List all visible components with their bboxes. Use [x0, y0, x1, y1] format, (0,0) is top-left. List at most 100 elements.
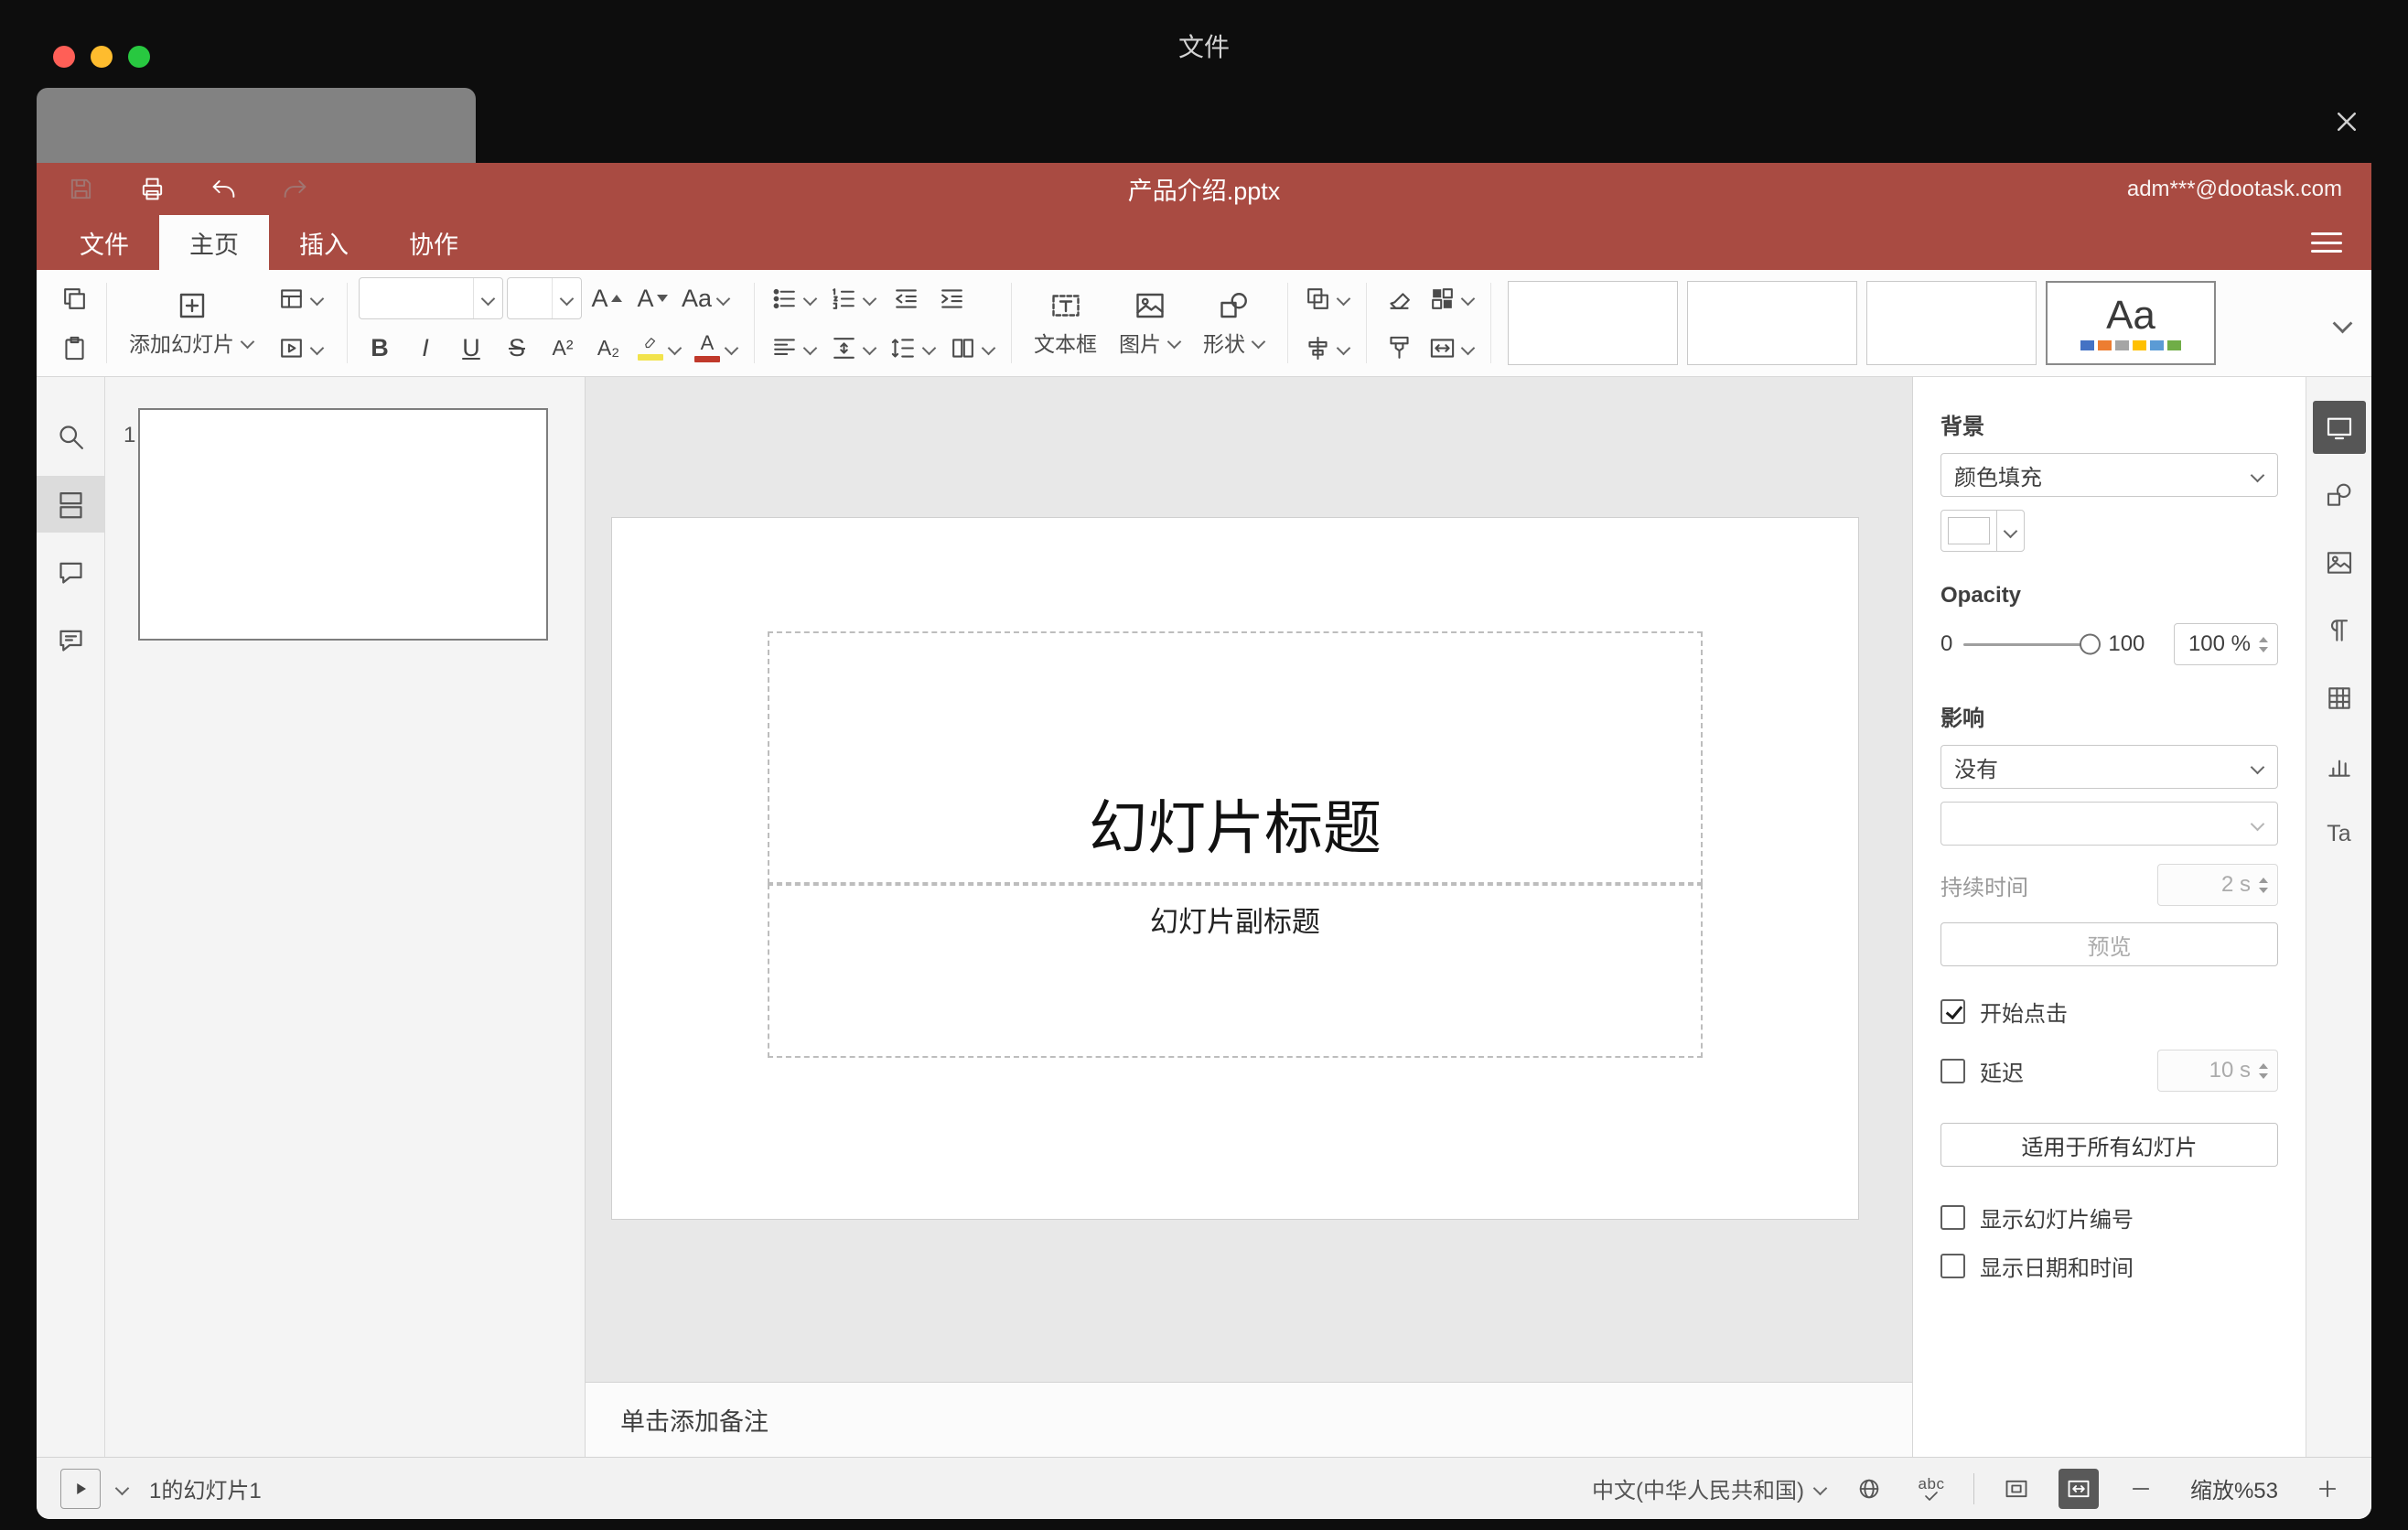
clear-style-button[interactable]: [1378, 277, 1420, 319]
delay-checkbox[interactable]: [1940, 1058, 1965, 1083]
duration-input[interactable]: 2 s: [2157, 864, 2278, 906]
theme-item-selected[interactable]: Aa: [2046, 281, 2216, 365]
underline-button[interactable]: U: [450, 327, 492, 369]
add-slide-button[interactable]: 添加幻灯片: [118, 277, 265, 369]
document-language-button[interactable]: [1849, 1469, 1889, 1509]
effect-option-select[interactable]: [1940, 802, 2278, 846]
fill-color-button[interactable]: [1940, 510, 2025, 552]
slide-settings-button[interactable]: [2312, 401, 2366, 454]
theme-item[interactable]: [1687, 281, 1857, 365]
search-button[interactable]: [37, 408, 104, 465]
align-shapes-button[interactable]: [1299, 327, 1355, 369]
horizontal-align-button[interactable]: [766, 327, 822, 369]
increase-indent-button[interactable]: [930, 277, 973, 319]
comments-button[interactable]: [37, 544, 104, 600]
fit-to-slide-button[interactable]: [1996, 1469, 2037, 1509]
shape-settings-button[interactable]: [2313, 469, 2366, 522]
text-art-settings-button[interactable]: Ta: [2313, 807, 2366, 860]
tab-file[interactable]: 文件: [49, 215, 159, 270]
arrange-shapes-button[interactable]: [1299, 277, 1355, 319]
tab-home[interactable]: 主页: [159, 215, 269, 270]
theme-gallery-expand-button[interactable]: [2322, 303, 2362, 343]
chart-settings-button[interactable]: [2313, 739, 2366, 792]
spellcheck-button[interactable]: abc: [1911, 1469, 1951, 1509]
theme-preview-text: Aa: [2106, 293, 2155, 338]
shape-icon: [1220, 292, 1247, 318]
change-case-button[interactable]: Aa: [677, 277, 735, 319]
theme-item[interactable]: [1508, 281, 1678, 365]
apply-to-all-slides-button[interactable]: 适用于所有幻灯片: [1940, 1123, 2278, 1167]
preview-button[interactable]: 预览: [1940, 922, 2278, 966]
subtitle-placeholder[interactable]: 幻灯片副标题: [768, 884, 1703, 1058]
opacity-input[interactable]: 100 %: [2174, 623, 2278, 665]
increase-font-button[interactable]: A: [586, 277, 628, 319]
font-color-button[interactable]: A: [690, 327, 743, 369]
numbered-list-button[interactable]: [825, 277, 881, 319]
copy-button[interactable]: [53, 277, 95, 319]
decrease-font-button[interactable]: A: [631, 277, 673, 319]
bullet-list-button[interactable]: [766, 277, 822, 319]
fit-to-width-button[interactable]: [2059, 1468, 2099, 1509]
effect-select[interactable]: 没有: [1940, 745, 2278, 789]
columns-button[interactable]: [944, 327, 1000, 369]
zoom-out-button[interactable]: [2121, 1469, 2161, 1509]
right-settings-strip: Ta: [2306, 377, 2371, 1457]
highlight-color-button[interactable]: [633, 327, 686, 369]
subscript-button[interactable]: A₂: [587, 327, 629, 369]
redo-button[interactable]: [276, 171, 313, 208]
menu-button[interactable]: [2311, 232, 2342, 253]
slide-layout-button[interactable]: [273, 277, 328, 319]
show-date-time-checkbox[interactable]: [1940, 1254, 1965, 1278]
feedback-button[interactable]: [37, 611, 104, 668]
language-select[interactable]: 中文(中华人民共和国): [1592, 1472, 1827, 1504]
start-slideshow-status-button[interactable]: [60, 1468, 101, 1509]
spinner-arrows-icon[interactable]: [2259, 636, 2268, 652]
font-size-select[interactable]: [507, 277, 582, 319]
slides-panel-button[interactable]: [37, 476, 104, 533]
paragraph-settings-button[interactable]: [2313, 604, 2366, 657]
show-date-time-row: 显示日期和时间: [1940, 1250, 2278, 1282]
print-button[interactable]: [134, 171, 170, 208]
zoom-in-button[interactable]: [2307, 1469, 2348, 1509]
opacity-slider[interactable]: [1963, 633, 2102, 655]
spinner-arrows-icon[interactable]: [2259, 1062, 2268, 1079]
chevron-down-icon: [716, 293, 730, 305]
play-icon: [77, 1482, 86, 1494]
paste-button[interactable]: [53, 327, 95, 369]
slider-knob[interactable]: [2080, 633, 2102, 655]
start-on-click-checkbox[interactable]: [1940, 999, 1965, 1024]
notes-area[interactable]: 单击添加备注: [586, 1382, 1912, 1457]
line-spacing-button[interactable]: [885, 327, 941, 369]
strikeout-button[interactable]: S: [496, 327, 538, 369]
title-placeholder[interactable]: 幻灯片标题: [768, 631, 1703, 884]
delay-input[interactable]: 10 s: [2157, 1050, 2278, 1092]
close-modal-button[interactable]: [2327, 102, 2366, 141]
superscript-button[interactable]: A²: [542, 327, 584, 369]
slide-canvas[interactable]: 幻灯片标题 幻灯片副标题: [611, 517, 1859, 1220]
undo-button[interactable]: [205, 171, 242, 208]
slide-size-button[interactable]: [1424, 327, 1479, 369]
image-settings-button[interactable]: [2313, 536, 2366, 589]
insert-image-button[interactable]: 图片: [1108, 277, 1192, 369]
chevron-down-icon[interactable]: [115, 1482, 129, 1494]
tab-insert[interactable]: 插入: [269, 215, 379, 270]
insert-shape-button[interactable]: 形状: [1192, 277, 1276, 369]
theme-item[interactable]: [1866, 281, 2037, 365]
spinner-arrows-icon[interactable]: [2259, 877, 2268, 893]
bold-button[interactable]: B: [359, 327, 401, 369]
save-button[interactable]: [62, 171, 99, 208]
slideshow-button[interactable]: [273, 327, 328, 369]
color-scheme-button[interactable]: [1424, 277, 1479, 319]
insert-textbox-button[interactable]: 文本框: [1023, 277, 1108, 369]
slide-thumbnail[interactable]: [138, 408, 548, 641]
italic-button[interactable]: I: [404, 327, 446, 369]
vertical-align-button[interactable]: [825, 327, 881, 369]
copy-style-button[interactable]: [1378, 327, 1420, 369]
duration-label: 持续时间: [1940, 875, 2028, 900]
fill-type-select[interactable]: 颜色填充: [1940, 453, 2278, 497]
show-slide-number-checkbox[interactable]: [1940, 1205, 1965, 1230]
font-name-select[interactable]: [359, 277, 503, 319]
decrease-indent-button[interactable]: [885, 277, 927, 319]
tab-collaboration[interactable]: 协作: [379, 215, 489, 270]
table-settings-button[interactable]: [2313, 672, 2366, 725]
